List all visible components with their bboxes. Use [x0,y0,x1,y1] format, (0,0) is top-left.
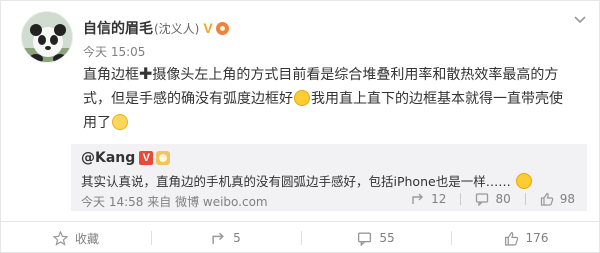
like-count: 176 [525,231,549,245]
divider [460,193,462,205]
thumbs-up-icon [540,192,553,206]
repost-comment-button[interactable]: 80 [475,192,511,206]
repost-actions: 12 80 98 [397,192,575,206]
vip-red-badge-icon[interactable]: V [139,151,154,165]
repost-comment-count: 80 [495,192,511,206]
share-icon [212,232,225,244]
repost-time[interactable]: 今天 14:58 [81,195,143,209]
comment-button[interactable]: 55 [301,222,451,253]
star-icon [52,230,68,246]
chevron-down-icon[interactable] [573,15,587,25]
author-line: 自信的眉毛 (沈义人) V [83,18,229,38]
action-bar: 收藏 5 55 176 [1,221,600,253]
thumbs-up-icon [504,231,518,246]
laugh-emoji-icon [515,173,532,189]
cross-emoji-icon: ✚ [139,64,153,83]
comment-count: 55 [379,231,395,245]
repost-share-button[interactable]: 12 [411,192,446,206]
repost-share-count: 12 [431,192,447,206]
share-icon [412,193,424,204]
repost-text: 其实认真说，直角边的手机真的没有圆弧边手感好，包括iPhone也是一样…… [81,171,533,190]
medal-icon[interactable] [215,21,229,35]
repost-like-count: 98 [559,192,575,206]
share-count: 5 [233,231,241,245]
fan-badge-icon[interactable] [156,151,171,165]
repost-like-button[interactable]: 98 [540,192,575,206]
divider [524,193,526,205]
share-button[interactable]: 5 [151,222,301,253]
reposted-weibo[interactable]: @Kang V 其实认真说，直角边的手机真的没有圆弧边手感好，包括iPhone也… [71,144,587,211]
repost-author-line: @Kang V [81,150,171,166]
content-text-1: 直角边框 [83,67,139,83]
repost-source[interactable]: 微博 weibo.com [175,195,268,209]
like-button[interactable]: 176 [451,222,600,253]
vip-badge-icon[interactable]: V [203,20,212,36]
weibo-post-card: 自信的眉毛 (沈义人) V 今天 15:05 直角边框✚摄像头左上角的方式目前看… [0,0,600,253]
author-name[interactable]: 自信的眉毛 [83,18,153,38]
repost-meta: 今天 14:58 来自 微博 weibo.com [81,193,268,210]
favorite-button[interactable]: 收藏 [1,222,151,253]
sweat-emoji-icon [112,114,128,130]
post-time[interactable]: 今天 15:05 [83,43,145,60]
comment-icon [476,193,489,206]
comment-icon [358,231,372,246]
author-avatar[interactable] [21,11,73,63]
repost-text-body: 其实认真说，直角边的手机真的没有圆弧边手感好，包括iPhone也是一样…… [81,174,511,189]
panda-avatar-image [22,12,72,62]
favorite-label: 收藏 [74,231,99,246]
author-remark: (沈义人) [154,21,200,36]
repost-author-name[interactable]: @Kang [81,150,135,166]
laugh-emoji-icon [294,90,310,106]
post-content: 直角边框✚摄像头左上角的方式目前看是综合堆叠利用率和散热效率最高的方式，但是手感… [83,62,573,135]
repost-source-prefix: 来自 [147,195,172,209]
